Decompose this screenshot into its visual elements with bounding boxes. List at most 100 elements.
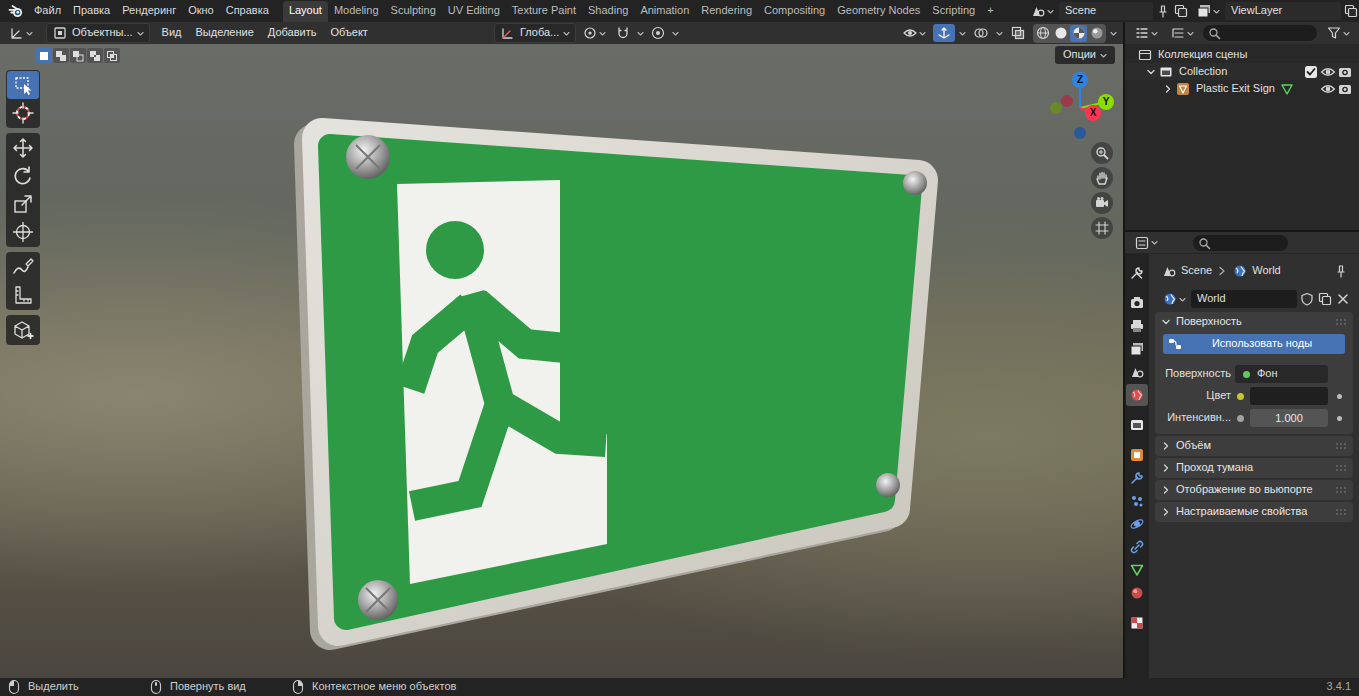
editor-type-button[interactable] [6,24,36,42]
number-socket-icon[interactable] [1237,415,1244,422]
physics-tab[interactable] [1126,513,1148,535]
drag-handle-icon[interactable] [1335,508,1347,516]
menu-item[interactable]: Справка [220,4,275,17]
transform-tool[interactable] [7,218,39,246]
workspace-tab[interactable]: Sculpting [385,1,442,22]
dropdown-arrow-icon[interactable] [1110,30,1117,37]
color-field[interactable] [1250,387,1328,405]
object-tab[interactable] [1126,444,1148,466]
menu-item[interactable]: Добавить [262,26,323,39]
measure-tool[interactable] [7,281,39,309]
number-field[interactable]: 1.000 [1250,409,1328,427]
rendered-shading-button[interactable] [1088,25,1105,42]
material-tab[interactable] [1126,582,1148,604]
menu-item[interactable]: Окно [182,4,220,17]
constraints-tab[interactable] [1126,536,1148,558]
gizmos-toggle[interactable] [933,24,955,42]
outliner-row[interactable]: Plastic Exit Sign [1125,80,1359,97]
properties-search-field[interactable] [1193,235,1288,251]
new-view-layer-icon[interactable] [1343,3,1359,19]
y-axis-label[interactable]: Y [1098,94,1114,110]
keyframe-decorator-icon[interactable] [1337,416,1342,421]
dropdown-arrow-icon[interactable] [672,30,679,37]
camera-view-button[interactable] [1091,192,1113,214]
workspace-tab[interactable]: Compositing [758,1,831,22]
viewport-canvas[interactable]: Опции ZYX [0,44,1123,678]
ortho-button[interactable] [1091,217,1113,239]
panel-header[interactable]: Поверхность [1155,312,1353,332]
breadcrumb-item[interactable]: World [1252,264,1281,277]
properties-editor-button[interactable] [1131,234,1161,252]
panel-header[interactable]: Объём [1155,436,1353,456]
collection-tab[interactable] [1126,414,1148,436]
cursor-tool[interactable] [7,99,39,127]
workspace-tab[interactable]: Layout [283,1,328,22]
outliner-editor-button[interactable] [1131,24,1161,42]
outliner-row[interactable]: Collection [1125,63,1359,80]
keyframe-decorator-icon[interactable] [1337,394,1342,399]
world-name-field[interactable]: World [1191,290,1297,307]
scene-browse-button[interactable] [1027,2,1057,20]
panel-header[interactable]: Отображение во вьюпорте [1155,480,1353,500]
outliner-row[interactable]: Коллекция сцены [1125,46,1359,63]
options-dropdown[interactable]: Опции [1055,46,1115,64]
snap-toggle[interactable] [612,24,634,42]
view-layer-field[interactable]: ViewLayer [1225,2,1341,19]
use-nodes-button[interactable]: Использовать ноды [1163,334,1345,354]
render-camera-icon[interactable] [1337,64,1353,80]
data-tab[interactable] [1126,559,1148,581]
new-scene-icon[interactable] [1173,3,1189,19]
view-layer-tab[interactable] [1126,338,1148,360]
mesh-data-icon[interactable] [1280,82,1294,96]
exclude-checkbox-icon[interactable] [1303,64,1319,80]
particles-tab[interactable] [1126,490,1148,512]
dropdown-arrow-icon[interactable] [637,30,644,37]
pivot-button[interactable] [579,24,609,42]
workspace-tab[interactable]: Animation [634,1,695,22]
workspace-tab[interactable]: Scripting [926,1,981,22]
move-tool[interactable] [7,134,39,162]
wireframe-shading-button[interactable] [1034,25,1051,42]
proportional-toggle[interactable] [647,24,669,42]
panel-header[interactable]: Проход тумана [1155,458,1353,478]
pan-button[interactable] [1091,167,1113,189]
rotate-tool[interactable] [7,162,39,190]
surface-shader-field[interactable]: Фон [1235,365,1328,383]
new-world-icon[interactable] [1317,291,1333,307]
x-axis-label[interactable]: X [1085,105,1101,121]
navigation-gizmo[interactable]: ZYX [1040,66,1120,146]
z-axis-label[interactable]: Z [1072,72,1088,88]
add-workspace-button[interactable]: + [981,1,999,22]
render-camera-icon[interactable] [1337,81,1353,97]
workspace-tab[interactable]: Shading [582,1,634,22]
scale-tool[interactable] [7,190,39,218]
workspace-tab[interactable]: Geometry Nodes [831,1,926,22]
drag-handle-icon[interactable] [1335,486,1347,494]
menu-item[interactable]: Правка [67,4,116,17]
select-box-tool[interactable] [7,71,39,99]
dropdown-arrow-icon[interactable] [959,30,966,37]
filter-button[interactable] [1323,24,1353,42]
zoom-button[interactable] [1091,142,1113,164]
menu-item[interactable]: Файл [28,4,67,17]
blender-logo-icon[interactable] [8,3,24,19]
color-socket-icon[interactable] [1237,393,1244,400]
mode-dropdown[interactable]: Объектны... [46,23,150,43]
workspace-tab[interactable]: UV Editing [442,1,506,22]
eye-icon[interactable] [1320,81,1336,97]
fake-user-icon[interactable] [1299,291,1315,307]
display-mode-button[interactable] [1167,24,1197,42]
modifiers-tab[interactable] [1126,467,1148,489]
menu-item[interactable]: Рендеринг [116,4,182,17]
tool-tab[interactable] [1126,262,1148,284]
workspace-tab[interactable]: Modeling [328,1,385,22]
selection-mode-button[interactable] [36,48,52,63]
workspace-tab[interactable]: Texture Paint [506,1,582,22]
drag-handle-icon[interactable] [1335,442,1347,450]
dropdown-arrow-icon[interactable] [996,30,1003,37]
texture-tab[interactable] [1126,612,1148,634]
drag-handle-icon[interactable] [1335,318,1347,326]
eye-icon[interactable] [1320,64,1336,80]
add-cube-tool[interactable] [7,316,39,344]
material-shading-button[interactable] [1070,25,1087,42]
